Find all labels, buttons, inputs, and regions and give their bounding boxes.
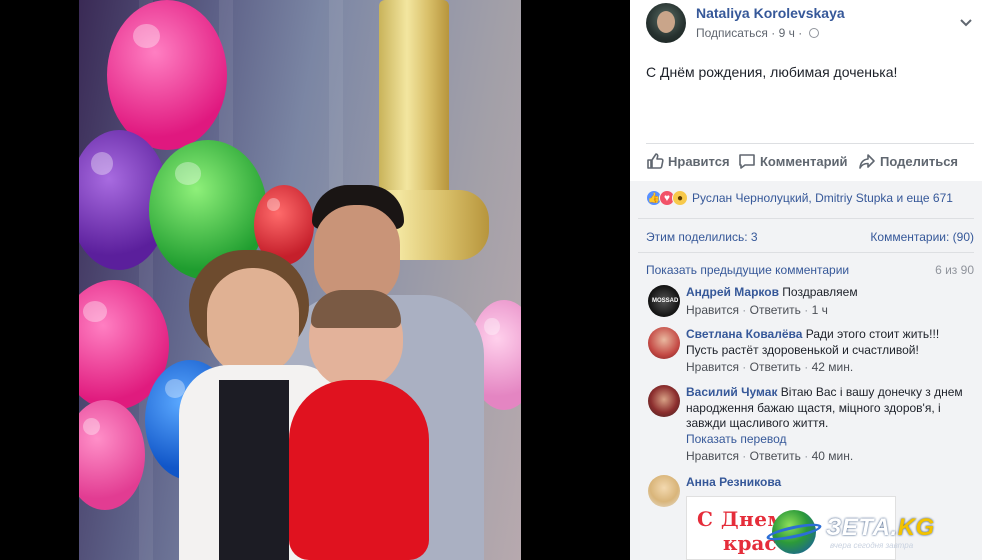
commenter-name[interactable]: Анна Резникова [686, 475, 781, 489]
comment-like-link[interactable]: Нравится [686, 449, 739, 463]
pink-balloon [107, 0, 227, 150]
comment-like-link[interactable]: Нравится [686, 303, 739, 317]
commenter-avatar[interactable] [648, 475, 680, 507]
comment-reply-link[interactable]: Ответить [750, 303, 801, 317]
comment-body: Анна Резникова [686, 475, 974, 491]
comment-actions: Нравится · Ответить · 1 ч [686, 302, 828, 317]
pink-balloon [79, 400, 145, 510]
commenter-name[interactable]: Андрей Марков [686, 285, 779, 299]
commenter-name[interactable]: Светлана Ковалёва [686, 327, 802, 341]
commenter-avatar[interactable]: MOSSAD [648, 285, 680, 317]
show-previous-comments[interactable]: Показать предыдущие комментарии [646, 263, 849, 277]
shares-count[interactable]: Этим поделились: 3 [646, 230, 758, 244]
reactions-summary[interactable]: 👍 ♥ ● Руслан Чернолуцкий, Dmitriy Stupka… [646, 190, 953, 206]
site-watermark: ЗЕТА.KG вчера сегодня завтра [765, 508, 980, 558]
divider [638, 218, 974, 219]
post-actions: Нравится Комментарий Поделиться [646, 152, 974, 172]
meta-separator: · [771, 26, 776, 40]
comment-time[interactable]: 42 мин. [812, 360, 854, 374]
commenter-avatar[interactable] [648, 385, 680, 417]
comment-body: Светлана Ковалёва Ради этого стоит жить!… [686, 327, 974, 376]
divider [646, 143, 974, 144]
meta-separator: · [798, 26, 803, 40]
commenter-avatar[interactable] [648, 327, 680, 359]
baby-figure [279, 290, 429, 560]
watermark-logo: ЗЕТА.KG [826, 514, 935, 541]
watermark-tagline: вчера сегодня завтра [830, 541, 914, 550]
like-label: Нравится [668, 153, 730, 169]
post-time[interactable]: 9 ч [779, 26, 795, 40]
author-avatar[interactable] [646, 3, 686, 43]
follow-link[interactable]: Подписаться [696, 26, 768, 40]
comments-pagination: 6 из 90 [935, 263, 974, 277]
comment-body: Андрей Марков Поздравляем Нравится · Отв… [686, 285, 974, 318]
post-side-panel: Nataliya Korolevskaya Подписаться · 9 ч … [630, 0, 982, 560]
comment-reply-link[interactable]: Ответить [750, 449, 801, 463]
comment-icon [739, 154, 755, 169]
comment-body: Василий Чумак Вітаю Вас і вашу донечку з… [686, 385, 974, 465]
show-translation-link[interactable]: Показать перевод [686, 432, 974, 448]
author-name[interactable]: Nataliya Korolevskaya [696, 5, 845, 21]
post-photo[interactable] [79, 0, 521, 560]
wow-icon: ● [672, 190, 688, 206]
globe-icon[interactable] [808, 28, 819, 38]
thumbs-up-icon [647, 153, 664, 169]
chevron-down-icon[interactable] [960, 14, 972, 30]
comment-actions: Нравится · Ответить · 42 мин. [686, 360, 854, 374]
comment-time[interactable]: 1 ч [812, 303, 828, 317]
comment-button[interactable]: Комментарий [738, 152, 848, 170]
comment-label: Комментарий [760, 153, 848, 169]
divider [638, 252, 974, 253]
reactions-text[interactable]: Руслан Чернолуцкий, Dmitriy Stupka и еще… [692, 191, 953, 205]
post-meta: Подписаться · 9 ч · [696, 26, 819, 40]
comment-text: Поздравляем [782, 285, 858, 299]
comment-reply-link[interactable]: Ответить [750, 360, 801, 374]
post-text: С Днём рождения, любимая доченька! [646, 64, 898, 80]
share-label: Поделиться [880, 153, 959, 169]
comments-count[interactable]: Комментарии: (90) [870, 230, 974, 244]
share-arrow-icon [859, 154, 875, 169]
like-button[interactable]: Нравится [646, 152, 730, 170]
share-button[interactable]: Поделиться [858, 152, 958, 170]
comment-actions: Нравится · Ответить · 40 мин. [686, 449, 854, 463]
photo-viewer: Nataliya Korolevskaya Подписаться · 9 ч … [0, 0, 982, 560]
comment-time[interactable]: 40 мин. [812, 449, 854, 463]
comment-like-link[interactable]: Нравится [686, 360, 739, 374]
commenter-name[interactable]: Василий Чумак [686, 385, 777, 399]
